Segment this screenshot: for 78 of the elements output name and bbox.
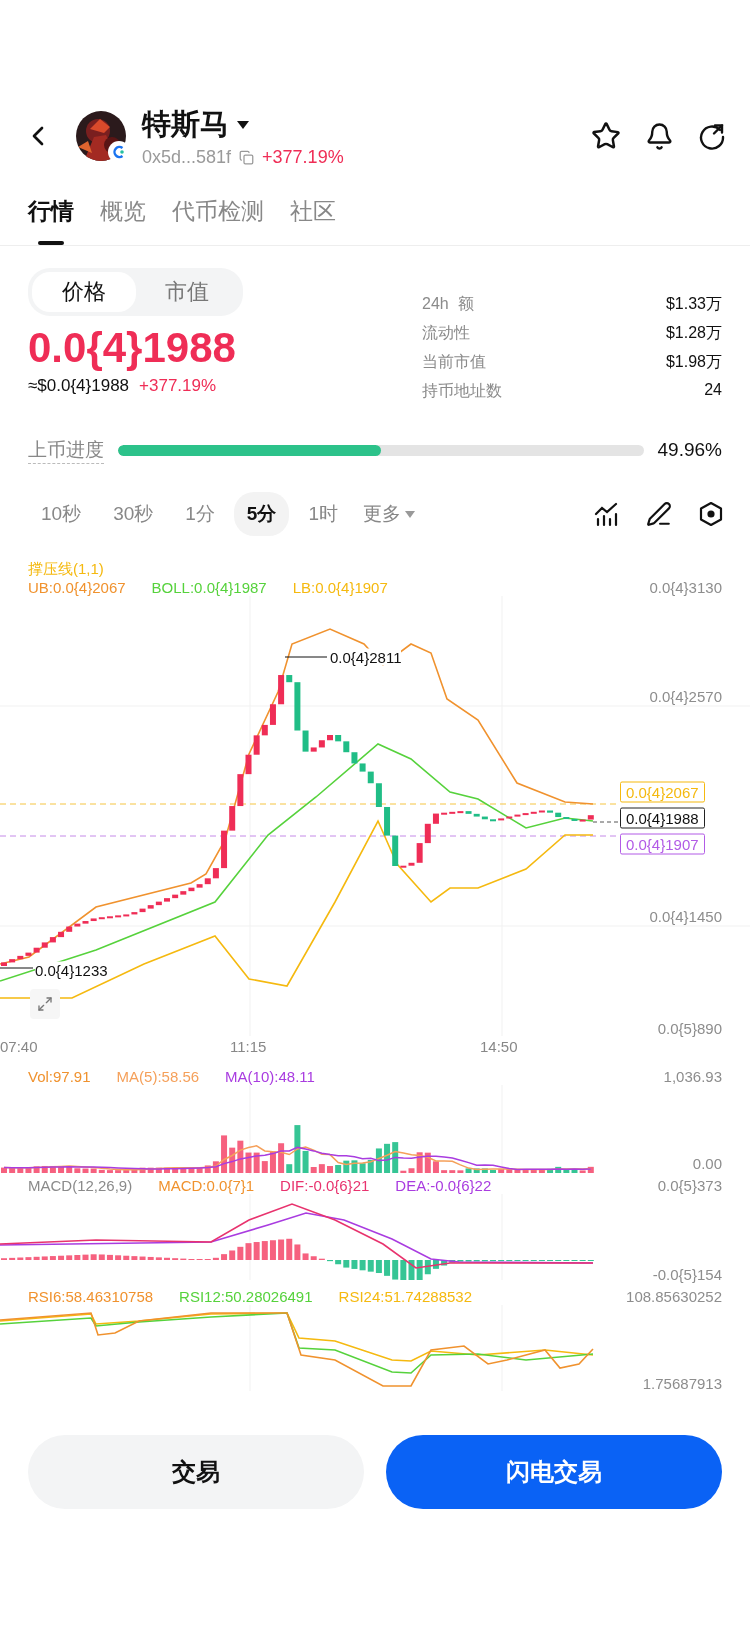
- interval-tab[interactable]: 5分: [233, 492, 290, 536]
- logo-icon: [111, 144, 127, 160]
- axis-label: 1.75687913: [642, 1374, 722, 1392]
- tab[interactable]: 概览: [100, 172, 146, 245]
- copy-icon[interactable]: [239, 149, 255, 165]
- leader-line: [0, 967, 34, 969]
- token-name: 特斯马: [142, 106, 229, 142]
- stat-label: 流动性: [422, 323, 471, 343]
- axis-label: 0.0{5}373: [657, 1177, 722, 1194]
- indicator-value: RSI24:51.74288532: [338, 1288, 472, 1305]
- histogram-bar: [164, 1257, 170, 1260]
- price-change: +377.19%: [262, 146, 344, 168]
- axis-label: 0.0{4}2570: [649, 687, 722, 705]
- axis-label: 1,036.93: [663, 1068, 722, 1085]
- interval-tab[interactable]: 1分: [172, 492, 228, 536]
- stat-label: 24h 额: [422, 294, 475, 314]
- expand-button[interactable]: [30, 989, 60, 1019]
- price-change: +377.19%: [139, 376, 217, 396]
- indicator-value: RSI12:50.28026491: [179, 1288, 313, 1305]
- indicator-value: Vol:97.91: [28, 1068, 91, 1085]
- time-label: 07:40: [0, 1038, 38, 1055]
- price-tag: 0.0{4}2067: [620, 781, 705, 803]
- progress-value: 49.96%: [657, 439, 722, 461]
- tab[interactable]: 行情: [28, 172, 74, 245]
- last-price-line: [592, 821, 621, 823]
- indicator-value: UB:0.0{4}2067: [28, 579, 126, 596]
- axis-label: -0.0{5}154: [652, 1265, 722, 1283]
- high-price-label: 0.0{4}2811: [330, 648, 402, 666]
- pen-icon[interactable]: [646, 501, 672, 527]
- more-dropdown[interactable]: 更多: [357, 492, 421, 536]
- stat-label: 持币地址数: [422, 381, 502, 401]
- indicator-icon[interactable]: [594, 501, 620, 527]
- stat-value: 24: [703, 381, 722, 400]
- bell-icon[interactable]: [645, 121, 674, 151]
- trade-button[interactable]: 交易: [28, 1435, 364, 1509]
- settings-icon[interactable]: [698, 501, 724, 527]
- leader-line: [284, 656, 328, 658]
- contract-address: 0x5d...581f: [142, 146, 232, 168]
- indicator-value: RSI6:58.46310758: [28, 1288, 154, 1305]
- caret-icon[interactable]: [237, 120, 249, 129]
- tab[interactable]: 代币检测: [172, 172, 264, 245]
- trade-button[interactable]: 闪电交易: [386, 1435, 722, 1509]
- expand-icon: [37, 996, 53, 1012]
- axis-label: 0.00: [692, 1154, 722, 1172]
- caret-icon: [405, 510, 415, 518]
- time-label: 11:15: [230, 1038, 267, 1055]
- mode-option[interactable]: 市值: [135, 272, 239, 312]
- indicator-name: 撑压线(1,1): [28, 560, 104, 579]
- mode-option[interactable]: 价格: [32, 272, 136, 312]
- indicator-value: DEA:-0.0{6}22: [395, 1177, 492, 1194]
- indicator-value: MA(5):58.56: [116, 1068, 200, 1085]
- axis-label: 108.85630252: [626, 1288, 722, 1305]
- star-icon[interactable]: [591, 121, 621, 151]
- stat-value: $1.98万: [665, 352, 722, 372]
- progress-label: 上币进度: [28, 436, 104, 464]
- indicator-value: LB:0.0{4}1907: [292, 579, 388, 596]
- low-price-label: 0.0{4}1233: [35, 961, 108, 979]
- indicator-value: MACD:0.0{7}1: [158, 1177, 255, 1194]
- indicator-value: DIF:-0.0{6}21: [280, 1177, 370, 1194]
- indicator-value: MA(10):48.11: [225, 1068, 315, 1085]
- interval-tab[interactable]: 30秒: [100, 492, 167, 536]
- indicator-value: MACD(12,26,9): [28, 1177, 133, 1194]
- stat-value: $1.28万: [665, 323, 722, 343]
- stat-label: 当前市值: [422, 352, 487, 372]
- interval-tab[interactable]: 10秒: [28, 492, 95, 536]
- price-tag: 0.0{4}1988: [620, 807, 705, 829]
- indicator-value: BOLL:0.0{4}1987: [151, 579, 267, 596]
- share-icon[interactable]: [698, 122, 726, 150]
- axis-label: 0.0{4}1450: [649, 907, 722, 925]
- time-label: 14:50: [480, 1038, 518, 1055]
- tab[interactable]: 社区: [290, 172, 336, 245]
- axis-label: 0.0{4}3130: [649, 579, 722, 596]
- stat-value: $1.33万: [665, 294, 722, 314]
- usd-price: ≈$0.0{4}1988: [28, 376, 130, 396]
- axis-label: 0.0{5}890: [657, 1019, 722, 1037]
- current-price: 0.0{4}1988: [28, 324, 237, 372]
- interval-tab[interactable]: 1时: [295, 492, 351, 536]
- price-tag: 0.0{4}1907: [620, 833, 705, 855]
